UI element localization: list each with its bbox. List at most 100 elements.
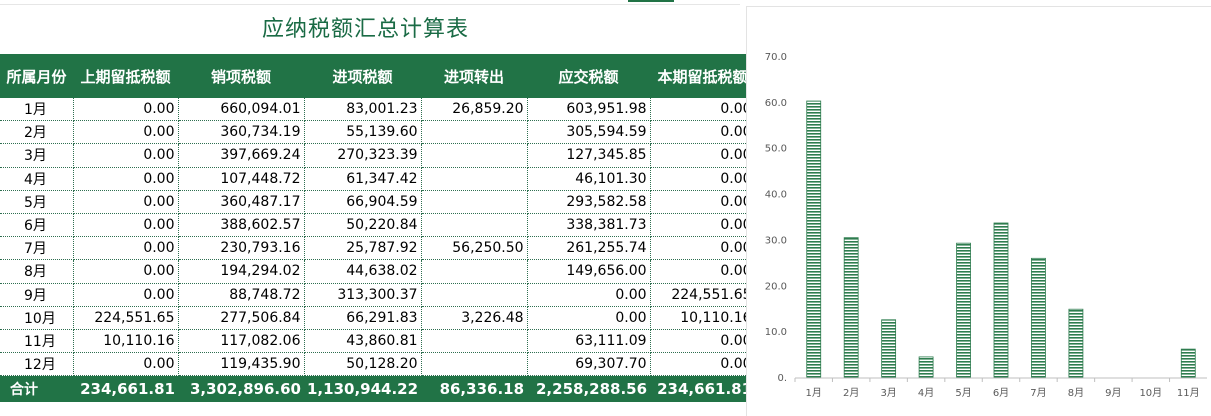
cell-tax-payable[interactable]: 261,255.74 — [527, 236, 651, 261]
cell-current-credit[interactable]: 0.00 — [650, 120, 756, 145]
cell-output-tax[interactable]: 660,094.01 — [178, 98, 305, 122]
cell-prior-credit[interactable]: 0.00 — [73, 213, 179, 238]
cell-current-credit[interactable]: 0.00 — [650, 259, 756, 284]
cell-input-transfer[interactable]: 56,250.50 — [421, 236, 528, 261]
cell-prior-credit[interactable]: 0.00 — [73, 98, 179, 122]
cell-current-credit[interactable]: 0.00 — [650, 352, 756, 377]
cell-input-tax[interactable]: 55,139.60 — [304, 120, 422, 145]
cell-input-tax[interactable]: 25,787.92 — [304, 236, 422, 261]
cell-month[interactable]: 4月 — [0, 167, 74, 191]
cell-input-transfer[interactable] — [421, 213, 528, 238]
cell-input-transfer[interactable] — [421, 352, 528, 377]
cell-prior-credit[interactable]: 0.00 — [73, 143, 179, 168]
cell-input-transfer[interactable] — [421, 259, 528, 284]
cell-current-credit[interactable]: 0.00 — [650, 143, 756, 168]
cell-input-tax[interactable]: 43,860.81 — [304, 329, 422, 354]
total-cell-prior-credit[interactable]: 234,661.81 — [73, 375, 178, 403]
cell-month[interactable]: 12月 — [0, 352, 74, 377]
cell-tax-payable[interactable]: 293,582.58 — [527, 190, 651, 214]
cell-input-transfer[interactable] — [421, 190, 528, 214]
bar-3月[interactable] — [881, 319, 897, 379]
cell-month[interactable]: 6月 — [0, 213, 74, 238]
total-cell-current-credit[interactable]: 234,661.81 — [650, 375, 756, 403]
cell-input-transfer[interactable] — [421, 120, 528, 145]
cell-input-transfer[interactable] — [421, 283, 528, 307]
cell-output-tax[interactable]: 360,734.19 — [178, 120, 305, 145]
total-cell-input-tax[interactable]: 1,130,944.22 — [304, 375, 422, 403]
bar-2月[interactable] — [843, 237, 859, 379]
cell-current-credit[interactable]: 0.00 — [650, 236, 756, 261]
cell-month[interactable]: 7月 — [0, 236, 74, 261]
cell-month[interactable]: 2月 — [0, 120, 74, 145]
cell-input-tax[interactable]: 50,220.84 — [304, 213, 422, 238]
header-cell-current-credit[interactable]: 本期留抵税额 — [650, 54, 756, 98]
bar-11月[interactable] — [1180, 348, 1196, 379]
cell-current-credit[interactable]: 10,110.16 — [650, 306, 756, 330]
cell-input-transfer[interactable] — [421, 167, 528, 191]
total-cell-input-transfer[interactable]: 86,336.18 — [421, 375, 528, 403]
cell-tax-payable[interactable]: 603,951.98 — [527, 98, 651, 122]
header-cell-month[interactable]: 所属月份 — [0, 54, 73, 98]
cell-output-tax[interactable]: 107,448.72 — [178, 167, 305, 191]
cell-input-transfer[interactable] — [421, 329, 528, 354]
header-cell-output-tax[interactable]: 销项税额 — [178, 54, 304, 98]
header-cell-prior-credit[interactable]: 上期留抵税额 — [73, 54, 178, 98]
cell-month[interactable]: 1月 — [0, 98, 74, 122]
cell-month[interactable]: 11月 — [0, 329, 74, 354]
cell-prior-credit[interactable]: 0.00 — [73, 352, 179, 377]
cell-input-tax[interactable]: 83,001.23 — [304, 98, 422, 122]
cell-prior-credit[interactable]: 0.00 — [73, 259, 179, 284]
bar-6月[interactable] — [993, 222, 1009, 379]
cell-input-tax[interactable]: 66,904.59 — [304, 190, 422, 214]
cell-output-tax[interactable]: 194,294.02 — [178, 259, 305, 284]
cell-prior-credit[interactable]: 0.00 — [73, 283, 179, 307]
cell-prior-credit[interactable]: 0.00 — [73, 167, 179, 191]
cell-prior-credit[interactable]: 0.00 — [73, 236, 179, 261]
cell-current-credit[interactable]: 0.00 — [650, 329, 756, 354]
cell-prior-credit[interactable]: 0.00 — [73, 120, 179, 145]
cell-tax-payable[interactable]: 0.00 — [527, 283, 651, 307]
cell-current-credit[interactable]: 0.00 — [650, 213, 756, 238]
header-cell-tax-payable[interactable]: 应交税额 — [527, 54, 651, 98]
cell-output-tax[interactable]: 397,669.24 — [178, 143, 305, 168]
cell-input-transfer[interactable]: 26,859.20 — [421, 98, 528, 122]
cell-output-tax[interactable]: 388,602.57 — [178, 213, 305, 238]
cell-tax-payable[interactable]: 69,307.70 — [527, 352, 651, 377]
cell-output-tax[interactable]: 230,793.16 — [178, 236, 305, 261]
total-cell-label[interactable]: 合计 — [0, 375, 73, 403]
cell-output-tax[interactable]: 119,435.90 — [178, 352, 305, 377]
bar-chart[interactable]: 0. 10.0 20.0 30.0 40.0 50.0 60.0 70.0 1月 2月 3月 4月 5… — [746, 6, 1211, 416]
cell-month[interactable]: 8月 — [0, 259, 74, 284]
cell-current-credit[interactable]: 224,551.65 — [650, 283, 756, 307]
cell-tax-payable[interactable]: 338,381.73 — [527, 213, 651, 238]
cell-current-credit[interactable]: 0.00 — [650, 98, 756, 122]
cell-tax-payable[interactable]: 46,101.30 — [527, 167, 651, 191]
cell-month[interactable]: 5月 — [0, 190, 74, 214]
cell-input-tax[interactable]: 50,128.20 — [304, 352, 422, 377]
cell-output-tax[interactable]: 117,082.06 — [178, 329, 305, 354]
cell-current-credit[interactable]: 0.00 — [650, 190, 756, 214]
cell-tax-payable[interactable]: 63,111.09 — [527, 329, 651, 354]
bar-8月[interactable] — [1068, 308, 1084, 379]
cell-output-tax[interactable]: 88,748.72 — [178, 283, 305, 307]
header-cell-input-tax[interactable]: 进项税额 — [304, 54, 422, 98]
cell-month[interactable]: 9月 — [0, 283, 74, 307]
cell-current-credit[interactable]: 0.00 — [650, 167, 756, 191]
total-cell-tax-payable[interactable]: 2,258,288.56 — [527, 375, 651, 403]
cell-month[interactable]: 10月 — [0, 306, 74, 330]
cell-tax-payable[interactable]: 0.00 — [527, 306, 651, 330]
cell-tax-payable[interactable]: 149,656.00 — [527, 259, 651, 284]
cell-input-tax[interactable]: 66,291.83 — [304, 306, 422, 330]
sheet-title[interactable]: 应纳税额汇总计算表 — [0, 10, 731, 50]
bar-1月[interactable] — [806, 100, 822, 379]
cell-output-tax[interactable]: 360,487.17 — [178, 190, 305, 214]
bar-4月[interactable] — [918, 356, 934, 379]
cell-output-tax[interactable]: 277,506.84 — [178, 306, 305, 330]
cell-tax-payable[interactable]: 127,345.85 — [527, 143, 651, 168]
cell-tax-payable[interactable]: 305,594.59 — [527, 120, 651, 145]
cell-input-tax[interactable]: 313,300.37 — [304, 283, 422, 307]
cell-month[interactable]: 3月 — [0, 143, 74, 168]
cell-prior-credit[interactable]: 0.00 — [73, 190, 179, 214]
total-cell-output-tax[interactable]: 3,302,896.60 — [178, 375, 304, 403]
cell-prior-credit[interactable]: 10,110.16 — [73, 329, 179, 354]
